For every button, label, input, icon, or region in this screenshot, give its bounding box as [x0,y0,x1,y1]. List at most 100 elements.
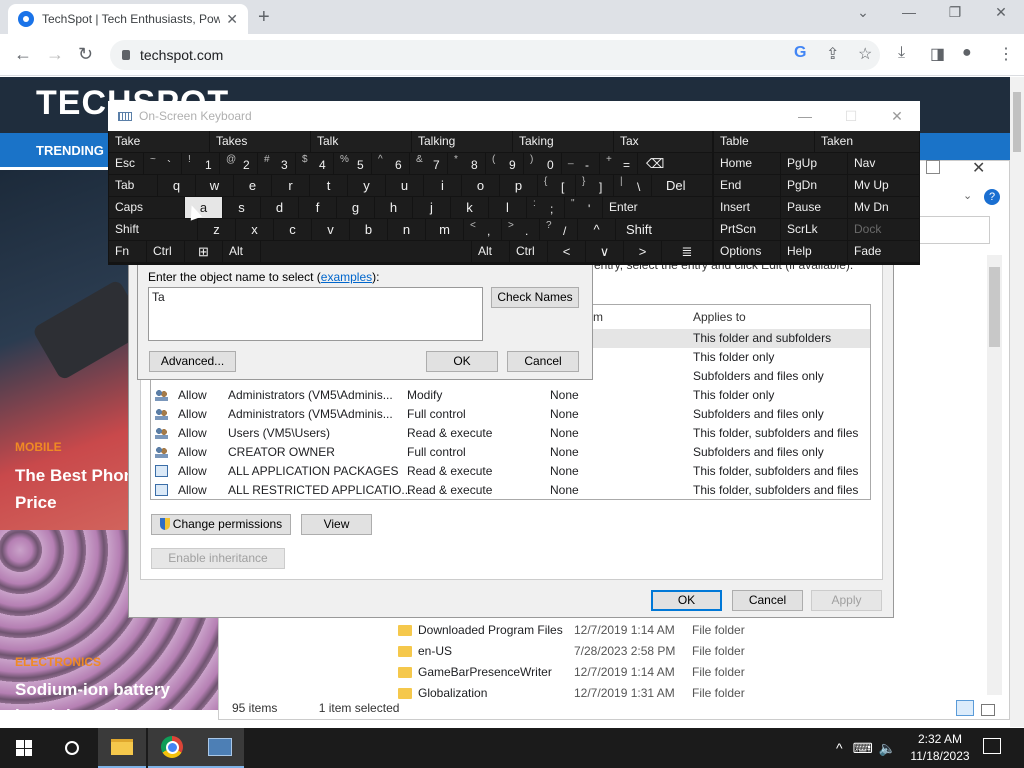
key-t[interactable]: t [310,175,347,196]
key-comma[interactable]: <, [464,219,501,240]
prediction-key[interactable]: Tax [614,131,712,152]
change-permissions-button[interactable]: Change permissions [151,514,291,535]
key-period[interactable]: >. [502,219,539,240]
key-slash[interactable]: ? / [540,219,577,240]
address-bar[interactable]: techspot.com [110,40,880,70]
key-esc[interactable]: Esc [109,153,143,174]
expand-ribbon-icon[interactable]: ⌄ [963,189,972,202]
key-5[interactable]: % 5 [334,153,371,174]
key-r[interactable]: r [272,175,309,196]
prediction-key[interactable]: Taking [513,131,613,152]
key-x[interactable]: x [236,219,273,240]
key-shift-right[interactable]: Shift [616,219,712,240]
input-indicator-icon[interactable]: ⌨ [853,740,873,757]
key-z[interactable]: z [198,219,235,240]
key-4[interactable]: $4 [296,153,333,174]
key-insert[interactable]: Insert [714,197,780,218]
prediction-key[interactable]: Takes [210,131,310,152]
key-enter[interactable]: Enter [603,197,712,218]
key-options[interactable]: Options [714,241,780,262]
key-q[interactable]: q [158,175,195,196]
file-row[interactable]: Globalization 12/7/2019 1:31 AM File fol… [398,683,745,703]
minimize-button[interactable]: — [886,4,932,28]
key-semicolon[interactable]: :; [527,197,564,218]
examples-link[interactable]: examples [321,270,372,284]
side-panel-icon[interactable]: ◨ [930,44,945,64]
key-ctrl-right[interactable]: Ctrl [510,241,547,262]
osk-close-button[interactable]: ✕ [874,101,920,131]
trending-label[interactable]: TRENDING [36,143,104,158]
help-icon[interactable]: ? [984,189,1000,205]
key-dock[interactable]: Dock [848,219,919,240]
key-tab[interactable]: Tab [109,175,157,196]
key-alt-left[interactable]: Alt [223,241,260,262]
file-row[interactable]: GameBarPresenceWriter 12/7/2019 1:14 AM … [398,662,745,682]
article-category[interactable]: MOBILE [15,440,62,454]
column-applies-to[interactable]: Applies to [693,310,746,324]
table-row[interactable]: Allow ALL RESTRICTED APPLICATIO... Read … [151,481,870,500]
key-equals[interactable]: + = [600,153,637,174]
key-1[interactable]: ! 1 [182,153,219,174]
reload-icon[interactable]: ↻ [78,44,93,65]
download-icon[interactable]: ⤓ [898,44,905,62]
key-p[interactable]: p [500,175,537,196]
key-fn[interactable]: Fn [109,241,146,262]
explorer-restore-icon[interactable] [926,160,940,174]
explorer-scrollbar[interactable] [987,255,1002,695]
view-button[interactable]: View [301,514,372,535]
key-y[interactable]: y [348,175,385,196]
apply-button[interactable]: Apply [811,590,882,611]
table-row[interactable]: Allow Users (VM5\Users) Read & execute N… [151,424,870,443]
key-6[interactable]: ^ 6 [372,153,409,174]
ok-button[interactable]: OK [651,590,722,611]
share-icon[interactable]: ⇪ [826,44,839,64]
key-pause[interactable]: Pause [781,197,847,218]
bookmark-star-icon[interactable]: ☆ [858,44,872,64]
key-move-down[interactable]: Mv Dn [848,197,919,218]
check-names-button[interactable]: Check Names [491,287,579,308]
key-fade[interactable]: Fade [848,241,919,262]
key-c[interactable]: c [274,219,311,240]
key-prtscn[interactable]: PrtScn [714,219,780,240]
notification-center-icon[interactable] [983,738,1001,754]
advanced-button[interactable]: Advanced... [149,351,236,372]
key-8[interactable]: * 8 [448,153,485,174]
key-context-menu[interactable]: ≣ [662,241,712,262]
key-caps[interactable]: Caps [109,197,184,218]
new-tab-button[interactable]: + [258,6,270,29]
key-l[interactable]: l [489,197,526,218]
browser-tab[interactable]: TechSpot | Tech Enthusiasts, Pow ✕ [8,4,248,34]
large-icons-view-icon[interactable] [981,704,996,716]
table-row[interactable]: Allow Administrators (VM5\Adminis... Ful… [151,405,870,424]
key-backtick[interactable]: ~ ` [144,153,181,174]
key-up-arrow[interactable]: ^ [578,219,615,240]
table-row[interactable]: Allow Administrators (VM5\Adminis... Mod… [151,386,870,405]
key-f[interactable]: f [299,197,336,218]
select-ok-button[interactable]: OK [426,351,498,372]
key-help[interactable]: Help [781,241,847,262]
key-2[interactable]: @2 [220,153,257,174]
page-scrollbar[interactable] [1010,77,1024,727]
taskbar-file-explorer[interactable] [98,728,146,768]
key-home[interactable]: Home [714,153,780,174]
key-right-bracket[interactable]: }] [576,175,613,196]
key-k[interactable]: k [451,197,488,218]
object-name-input[interactable]: Ta [148,287,483,341]
article-category[interactable]: ELECTRONICS [15,655,101,669]
taskbar-chrome[interactable] [148,728,196,768]
key-w[interactable]: w [196,175,233,196]
key-minus[interactable]: _ - [562,153,599,174]
prediction-key[interactable]: Talk [311,131,411,152]
prediction-key[interactable]: Table [714,131,814,152]
taskbar-on-screen-keyboard[interactable] [196,728,244,768]
volume-muted-icon[interactable]: 🔈 [879,740,896,757]
taskbar-clock[interactable]: 2:32 AM 11/18/2023 [908,731,972,765]
key-right-arrow[interactable]: > [624,241,661,262]
osk-maximize-button[interactable]: ☐ [828,101,874,131]
key-g[interactable]: g [337,197,374,218]
key-j[interactable]: j [413,197,450,218]
key-h[interactable]: h [375,197,412,218]
restore-button[interactable]: ❐ [932,4,978,28]
key-alt-right[interactable]: Alt [472,241,509,262]
show-hidden-icons-icon[interactable]: ^ [836,740,843,756]
